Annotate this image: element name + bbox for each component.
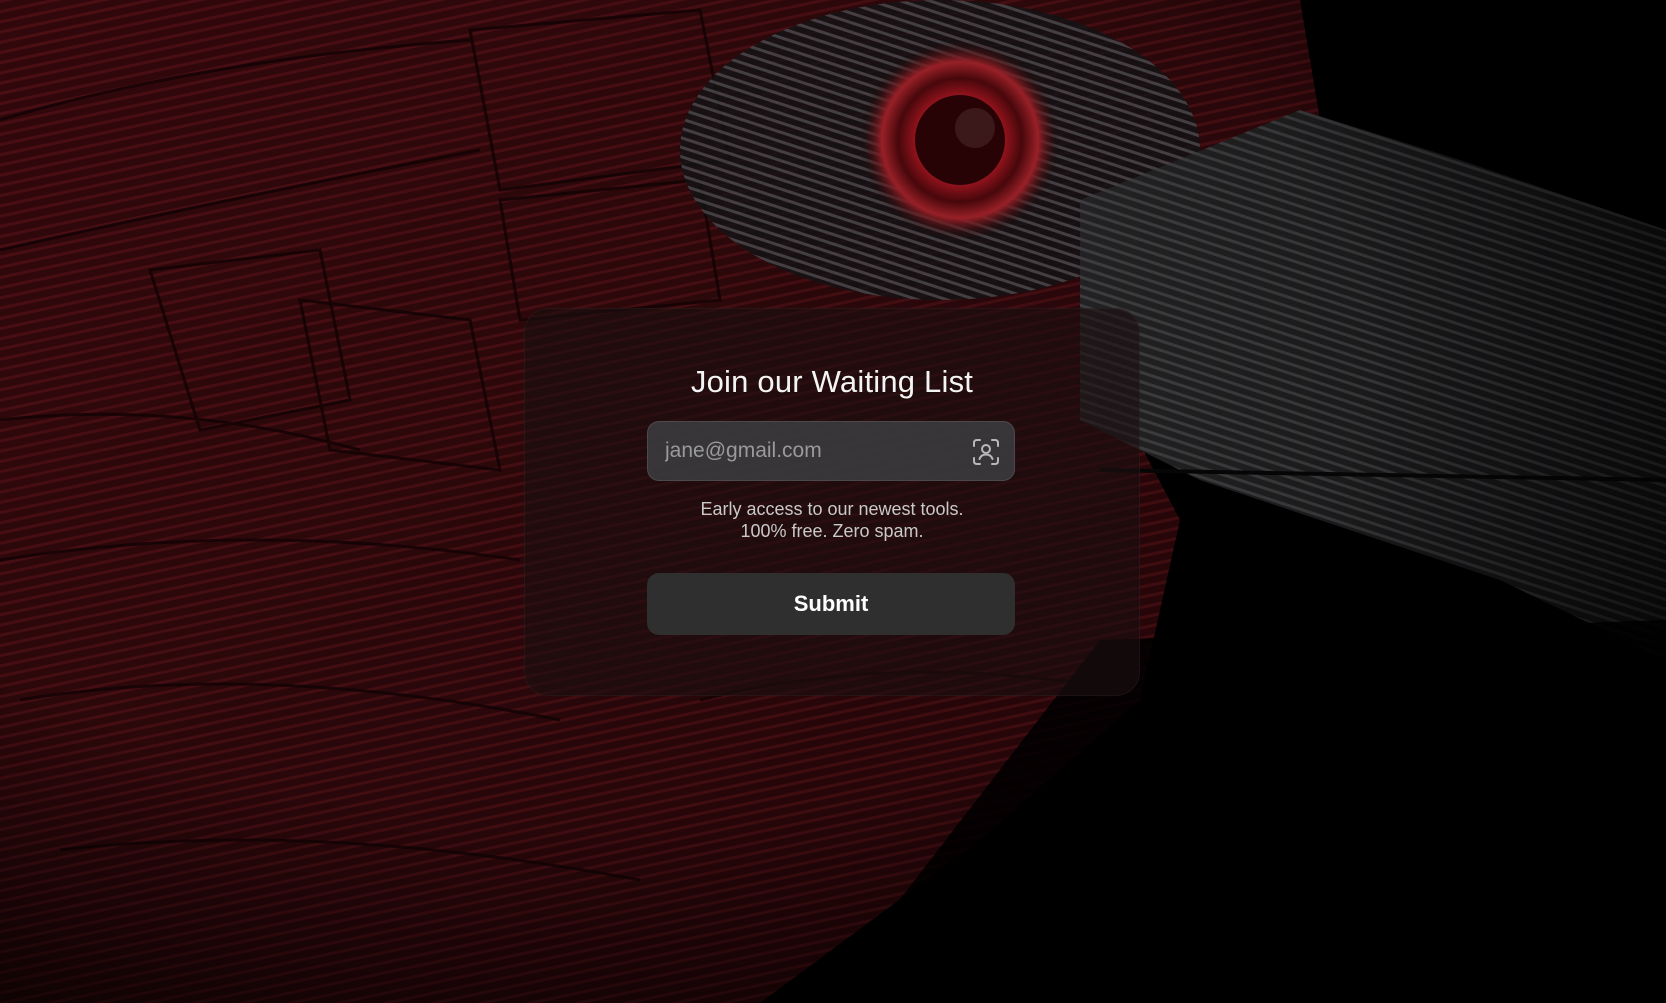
email-field[interactable]	[647, 421, 1015, 481]
note-line-2: 100% free. Zero spam.	[740, 521, 924, 541]
face-id-icon[interactable]	[972, 438, 1000, 466]
waitlist-title: Join our Waiting List	[690, 364, 974, 399]
email-input[interactable]	[665, 422, 955, 480]
submit-button[interactable]: Submit	[647, 573, 1015, 635]
waitlist-note: Early access to our newest tools. 100% f…	[524, 498, 1140, 542]
note-line-1: Early access to our newest tools.	[700, 499, 964, 519]
page: Join our Waiting List Early access to ou…	[0, 0, 1666, 1003]
waitlist-card: Join our Waiting List Early access to ou…	[524, 308, 1140, 696]
